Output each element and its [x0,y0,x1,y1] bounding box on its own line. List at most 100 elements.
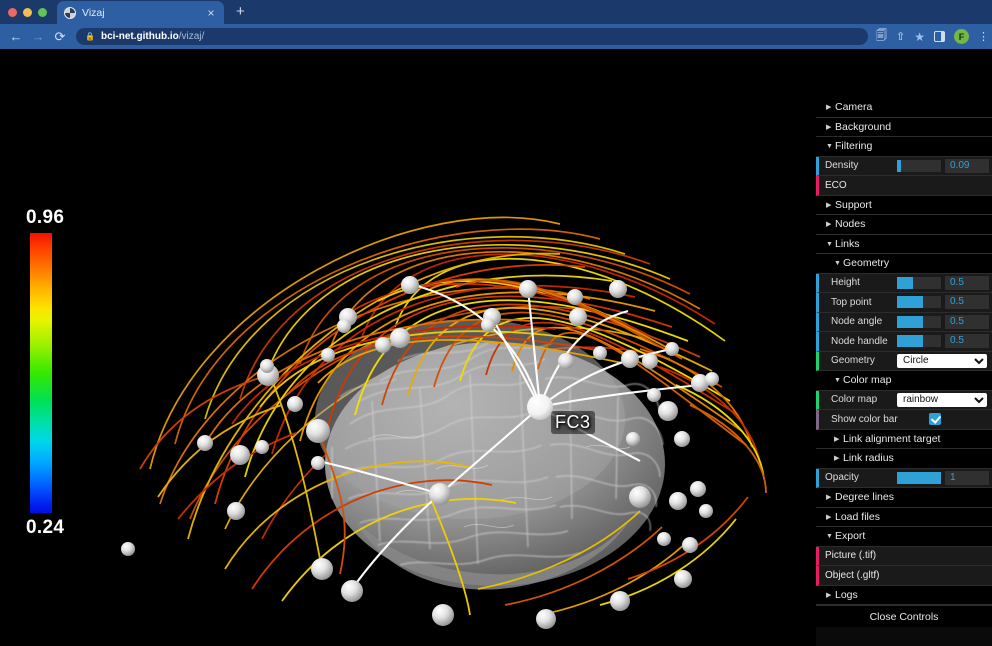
folder-load-files[interactable]: ▶ Load files [816,507,992,527]
folder-link-radius[interactable]: ▶ Link radius [816,449,992,469]
node-handle-slider[interactable] [897,335,941,348]
folder-logs[interactable]: ▶ Logs [816,585,992,605]
geometry-select-row[interactable]: Geometry CircleLineBezier [816,351,992,371]
chevron-right-icon: ▶ [826,201,832,209]
top-point-slider[interactable] [897,296,941,309]
top-point-value[interactable]: 0.5 [945,295,989,310]
profile-avatar[interactable]: F [954,29,969,44]
toolbar-icon-group: 🗐 ⇧ ★ F ⋮ [876,27,989,46]
geometry-select[interactable]: CircleLineBezier [897,353,987,368]
folder-export-label: Export [835,530,866,542]
folder-background-label: Background [835,120,892,133]
bookmark-star-icon[interactable]: ★ [914,30,925,44]
node-handle-slider-fill [897,335,923,348]
node-label-fc3: FC3 [551,411,595,434]
folder-geometry-label: Geometry [843,257,890,269]
chevron-down-icon: ▼ [826,240,833,248]
height-value[interactable]: 0.5 [945,275,989,290]
node-handle-value[interactable]: 0.5 [945,334,989,349]
page-viewport: FC3 0.96 0.24 ▶ Camera ▶ Background ▼ Filte… [0,49,992,646]
folder-logs-label: Logs [835,588,858,601]
folder-degree-lines-label: Degree lines [835,491,894,503]
folder-link-alignment-target-label: Link alignment target [843,432,941,445]
opacity-slider-fill [897,471,941,484]
export-picture-button[interactable]: Picture (.tif) [816,546,992,566]
opacity-slider-row[interactable]: Opacity 1 [816,468,992,488]
colormap-select-row[interactable]: Color map rainbowjethsvhotcoolgreys [816,390,992,410]
node-angle-value[interactable]: 0.5 [945,314,989,329]
density-slider-row[interactable]: Density 0.09 [816,156,992,176]
chevron-down-icon: ▼ [826,143,833,150]
browser-window: Vizaj × + ← → ⟳ 🔒 bci-net.github.io/viza… [0,0,992,646]
colormap-select[interactable]: rainbowjethsvhotcoolgreys [897,392,987,407]
height-slider[interactable] [897,276,941,289]
folder-links[interactable]: ▼ Links [816,234,992,254]
density-slider[interactable] [897,159,941,172]
controls-panel[interactable]: ▶ Camera ▶ Background ▼ Filtering Density 0… [815,98,992,646]
folder-color-map-label: Color map [843,374,892,386]
tab-strip: Vizaj × + [0,0,992,24]
address-bar[interactable]: 🔒 bci-net.github.io/vizaj/ [76,28,869,45]
minimize-window-button[interactable] [23,7,32,17]
folder-links-label: Links [835,237,860,250]
tab-title: Vizaj [82,6,105,19]
color-bar: 0.96 0.24 [22,207,112,539]
chevron-right-icon: ▶ [826,591,832,599]
new-tab-button[interactable]: + [236,4,245,20]
folder-link-radius-label: Link radius [843,452,894,464]
chevron-right-icon: ▶ [834,435,840,443]
density-value[interactable]: 0.09 [945,158,989,173]
opacity-value[interactable]: 1 [945,470,989,485]
folder-geometry[interactable]: ▼ Geometry [816,254,992,274]
node-angle-slider-row[interactable]: Node angle 0.5 [816,312,992,332]
close-tab-icon[interactable]: × [205,7,217,19]
node-handle-slider-row[interactable]: Node handle 0.5 [816,332,992,352]
folder-filtering[interactable]: ▼ Filtering [816,137,992,157]
eco-button-row[interactable]: ECO [816,176,992,196]
translate-icon[interactable]: 🗐 [876,27,887,46]
folder-degree-lines[interactable]: ▶ Degree lines [816,488,992,508]
folder-nodes[interactable]: ▶ Nodes [816,215,992,235]
forward-button[interactable]: → [28,27,48,47]
top-point-slider-row[interactable]: Top point 0.5 [816,293,992,313]
maximize-window-button[interactable] [38,7,47,17]
reload-button[interactable]: ⟳ [50,27,70,47]
folder-load-files-label: Load files [835,510,880,523]
folder-support-label: Support [835,198,872,211]
node-handle-label: Node handle [831,335,888,347]
height-slider-row[interactable]: Height 0.5 [816,273,992,293]
chevron-right-icon: ▶ [826,221,832,228]
folder-support[interactable]: ▶ Support [816,195,992,215]
opacity-slider[interactable] [897,471,941,484]
height-label: Height [831,277,860,289]
export-object-button[interactable]: Object (.gltf) [816,566,992,586]
color-bar-min-label: 0.24 [26,517,65,538]
height-slider-fill [897,276,913,289]
side-panel-icon[interactable] [934,31,945,42]
browser-toolbar: ← → ⟳ 🔒 bci-net.github.io/vizaj/ 🗐 ⇧ ★ F… [0,24,992,49]
url-text: bci-net.github.io/vizaj/ [101,31,204,42]
back-button[interactable]: ← [6,27,26,47]
close-controls-button[interactable]: Close Controls [816,605,992,627]
folder-camera-label: Camera [835,101,873,113]
chevron-down-icon: ▼ [834,377,841,384]
node-angle-slider[interactable] [897,315,941,328]
browser-tab-vizaj[interactable]: Vizaj × [57,1,224,24]
show-color-bar-checkbox[interactable] [929,413,941,426]
color-bar-max-label: 0.96 [26,207,65,228]
browser-menu-icon[interactable]: ⋮ [978,31,989,42]
folder-link-alignment-target[interactable]: ▶ Link alignment target [816,429,992,449]
folder-filtering-label: Filtering [835,140,873,152]
chevron-down-icon: ▼ [834,260,841,267]
folder-color-map[interactable]: ▼ Color map [816,371,992,391]
folder-export[interactable]: ▼ Export [816,527,992,547]
folder-background[interactable]: ▶ Background [816,117,992,137]
close-window-button[interactable] [8,7,17,17]
lock-icon: 🔒 [85,32,95,41]
share-icon[interactable]: ⇧ [896,30,905,43]
node-angle-label: Node angle [831,316,883,328]
chevron-down-icon: ▼ [826,533,833,540]
folder-camera[interactable]: ▶ Camera [816,98,992,118]
show-color-bar-row[interactable]: Show color bar [816,410,992,430]
window-traffic-lights [8,0,57,24]
